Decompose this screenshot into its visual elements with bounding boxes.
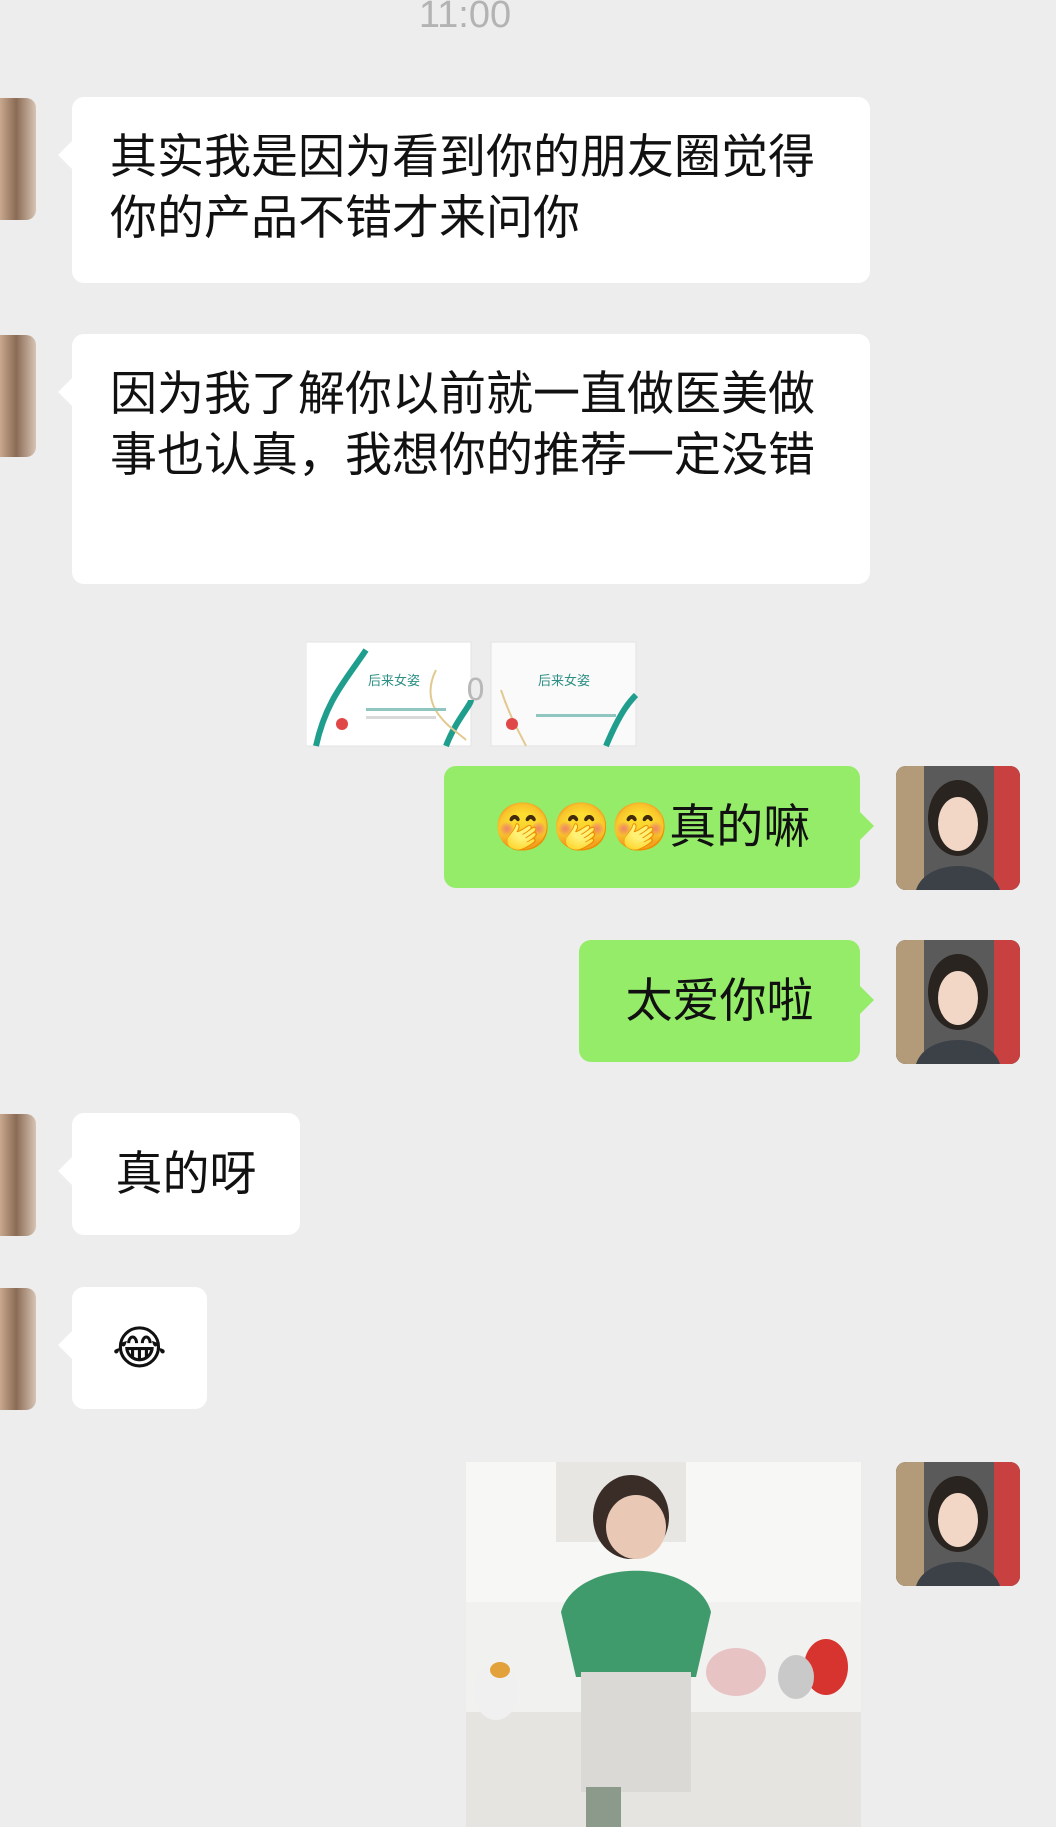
user-avatar[interactable] [896, 940, 1020, 1064]
contact-avatar[interactable] [0, 1114, 36, 1236]
message-bubble-outgoing[interactable]: 🤭🤭🤭真的嘛 [444, 766, 874, 888]
product-brand: 后来女姿 [368, 673, 420, 689]
timestamp: 11:00 [418, 0, 512, 36]
user-avatar[interactable] [896, 1462, 1020, 1586]
message-text: 真的呀 [115, 1146, 257, 1202]
message-text: 因为我了解你以前就一直做医美做事也认真，我想你的推荐一定没错 [110, 367, 815, 483]
message-bubble-incoming[interactable]: 😂 [58, 1287, 207, 1409]
message-bubble-outgoing[interactable]: 太爱你啦 [579, 940, 874, 1062]
product-image[interactable]: 后来女姿 0 后来女姿 [305, 640, 641, 750]
user-avatar[interactable] [896, 766, 1020, 890]
product-brand: 后来女姿 [538, 673, 590, 689]
contact-avatar[interactable] [0, 98, 36, 220]
product-overlay-text: 0 [466, 673, 485, 708]
contact-avatar[interactable] [0, 1288, 36, 1410]
contact-avatar[interactable] [0, 335, 36, 457]
message-text: 🤭🤭🤭真的嘛 [493, 799, 811, 855]
message-text: 太爱你啦 [625, 973, 814, 1029]
message-text: 😂 [112, 1320, 167, 1376]
message-text: 其实我是因为看到你的朋友圈觉得你的产品不错才来问你 [110, 130, 815, 246]
message-bubble-incoming[interactable]: 真的呀 [58, 1113, 300, 1235]
message-bubble-incoming[interactable]: 因为我了解你以前就一直做医美做事也认真，我想你的推荐一定没错 [58, 334, 870, 584]
message-bubble-incoming[interactable]: 其实我是因为看到你的朋友圈觉得你的产品不错才来问你 [58, 97, 870, 283]
video-thumbnail[interactable] [466, 1462, 861, 1827]
